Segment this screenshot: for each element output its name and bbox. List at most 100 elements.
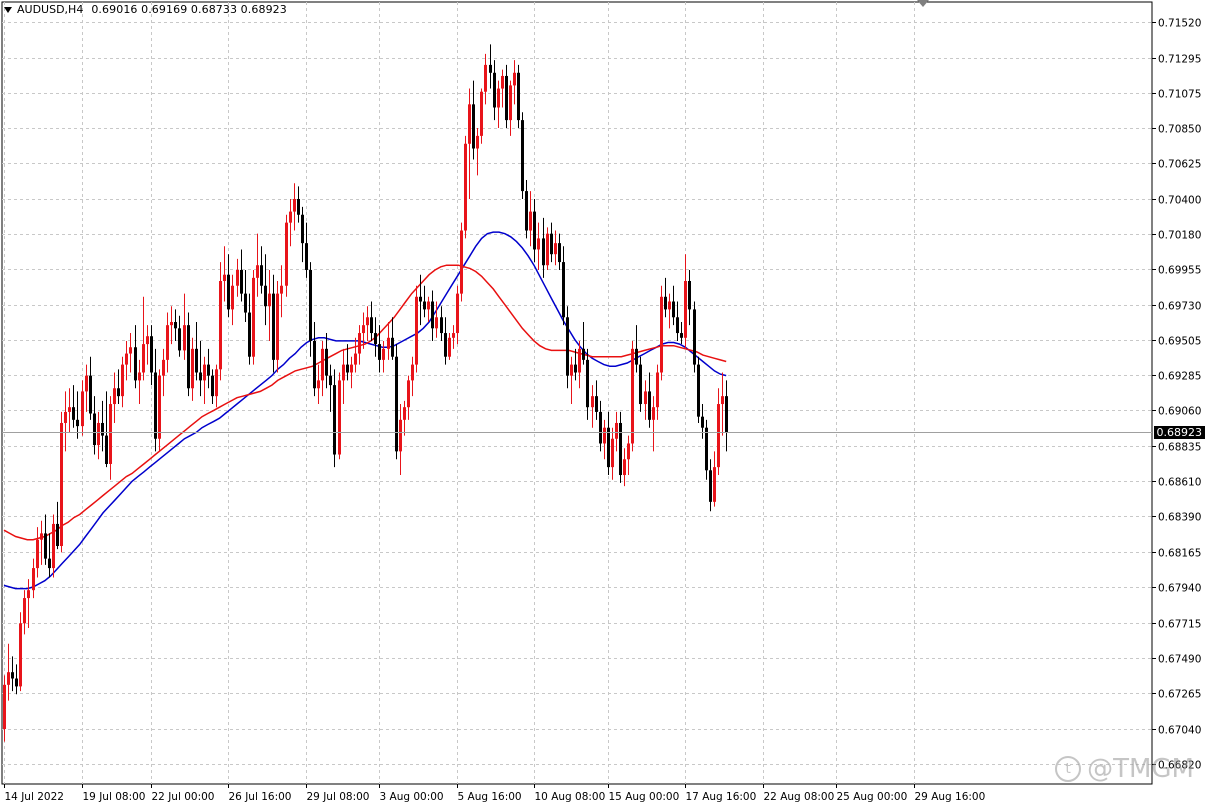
candle-bear xyxy=(101,422,104,436)
x-tick-label: 29 Jul 08:00 xyxy=(307,791,370,803)
x-tick-label: 26 Jul 16:00 xyxy=(229,791,292,803)
candle-bear xyxy=(395,356,398,452)
candle-bear xyxy=(676,317,679,334)
y-tick-label: 0.70625 xyxy=(1158,159,1201,171)
candle-bear xyxy=(493,72,496,108)
candle-bull xyxy=(68,407,71,412)
candle-bear xyxy=(117,388,120,397)
candle-bear xyxy=(260,265,263,286)
candle-bear xyxy=(693,309,696,365)
candle-bull xyxy=(501,75,504,89)
candle-bear xyxy=(444,333,447,357)
candle-bull xyxy=(350,364,353,373)
candle-bull xyxy=(611,438,614,468)
y-tick-label: 0.70180 xyxy=(1158,230,1201,242)
candle-bear xyxy=(525,191,528,231)
candle-bear xyxy=(542,238,545,266)
candle-bear xyxy=(150,336,153,373)
x-tick-label: 17 Aug 16:00 xyxy=(686,791,757,803)
candle-bear xyxy=(174,322,177,329)
candle-bull xyxy=(125,353,128,365)
candle-bull xyxy=(631,348,634,444)
candle-bull xyxy=(554,243,557,255)
candle-bear xyxy=(211,375,214,397)
candle-bull xyxy=(448,337,451,357)
candle-bear xyxy=(701,416,704,428)
current-price-tag: 0.68923 xyxy=(1153,425,1205,439)
candle-bear xyxy=(309,269,312,341)
candle-bull xyxy=(268,293,271,307)
x-tick-label: 10 Aug 08:00 xyxy=(535,791,606,803)
candle-bull xyxy=(546,233,549,266)
candle-bull xyxy=(170,322,173,326)
candle-bull xyxy=(452,333,455,338)
candle-bull xyxy=(223,274,226,282)
symbol-timeframe-label: AUDUSD,H4 xyxy=(17,3,84,16)
candle-bull xyxy=(293,198,296,212)
candle-bear xyxy=(76,419,79,427)
candle-bear xyxy=(550,233,553,255)
x-tick-label: 15 Aug 00:00 xyxy=(609,791,680,803)
x-tick-label: 5 Aug 16:00 xyxy=(458,791,522,803)
candle-bear xyxy=(370,317,373,334)
candle-bull xyxy=(52,523,55,569)
y-tick-label: 0.71295 xyxy=(1158,54,1201,66)
candle-bull xyxy=(537,238,540,250)
candle-bear xyxy=(195,348,198,373)
y-tick-label: 0.68835 xyxy=(1158,442,1201,454)
chart-menu-triangle-icon[interactable] xyxy=(4,6,12,13)
candle-bear xyxy=(688,281,691,310)
candle-bull xyxy=(97,422,100,446)
candle-bull xyxy=(121,364,124,397)
candle-bear xyxy=(248,312,251,357)
candle-bull xyxy=(109,404,112,464)
candle-bear xyxy=(227,274,230,310)
candle-bull xyxy=(497,88,500,108)
x-tick-label: 22 Jul 00:00 xyxy=(152,791,215,803)
candle-bull xyxy=(399,419,402,452)
y-tick-label: 0.66820 xyxy=(1158,760,1201,772)
candle-bear xyxy=(582,348,585,360)
y-tick-label: 0.70850 xyxy=(1158,124,1201,136)
candle-bull xyxy=(656,372,659,408)
candle-bear xyxy=(244,293,247,313)
candle-bull xyxy=(668,301,671,310)
candle-bull xyxy=(40,533,43,540)
candle-bear xyxy=(15,678,18,687)
y-tick-label: 0.67265 xyxy=(1158,689,1201,701)
y-tick-label: 0.71075 xyxy=(1158,89,1201,101)
candle-bull xyxy=(509,85,512,121)
y-tick-label: 0.67490 xyxy=(1158,654,1201,666)
y-tick-label: 0.69505 xyxy=(1158,336,1201,348)
candle-bull xyxy=(644,391,647,405)
candle-bull xyxy=(252,277,255,357)
y-tick-label: 0.71520 xyxy=(1158,18,1201,30)
candle-bear xyxy=(533,211,536,250)
candle-bull xyxy=(529,211,532,231)
candle-bull xyxy=(36,539,39,569)
chart-window[interactable]: 0.71520 0.71295 0.71075 0.70850 0.70625 0.704… xyxy=(0,0,1208,808)
candle-bear xyxy=(472,104,475,149)
candle-bear xyxy=(672,301,675,318)
candle-bear xyxy=(423,301,426,310)
candle-bull xyxy=(382,348,385,360)
candle-bear xyxy=(521,120,524,192)
candle-bear xyxy=(378,344,381,360)
price-chart[interactable]: 0.71520 0.71295 0.71075 0.70850 0.70625 0.704… xyxy=(0,0,1208,808)
candle-bear xyxy=(709,470,712,502)
candle-bull xyxy=(285,222,288,286)
plot-frame xyxy=(1,1,1153,785)
candle-bull xyxy=(484,64,487,92)
x-tick-label: 19 Jul 08:00 xyxy=(83,791,146,803)
candle-bull xyxy=(191,348,194,389)
candle-bear xyxy=(187,325,190,389)
candle-bull xyxy=(32,568,35,591)
candle-bear xyxy=(301,214,304,244)
x-tick-label: 29 Aug 16:00 xyxy=(915,791,986,803)
chart-shift-marker-icon[interactable] xyxy=(917,0,929,7)
candle-bull xyxy=(162,359,165,376)
candle-bear xyxy=(329,375,332,386)
candle-bear xyxy=(56,523,59,547)
candle-bull xyxy=(513,72,516,86)
candle-bull xyxy=(435,317,438,329)
